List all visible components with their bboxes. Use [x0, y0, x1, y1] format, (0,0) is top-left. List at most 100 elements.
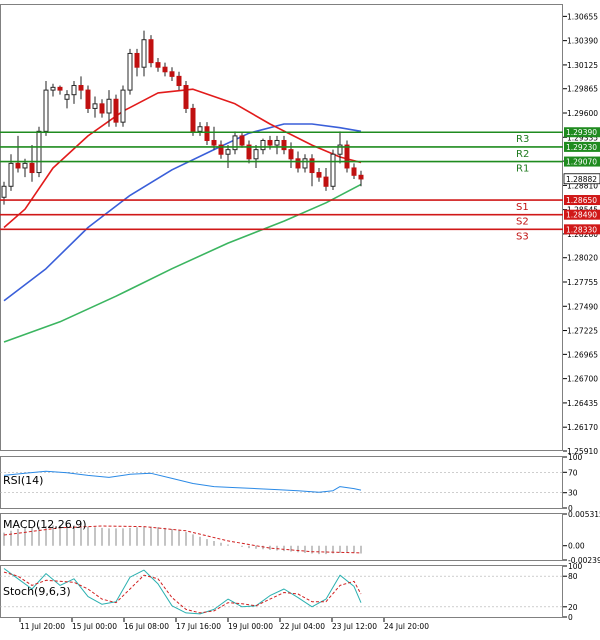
forex-chart: 1.30655 1.30390 1.30125 1.29865 1.29600 1.293… [0, 0, 600, 636]
price-tick-label: 1.30125 [567, 61, 598, 70]
last-price-label: 1.28882 [566, 175, 597, 184]
level-price-label: 1.28490 [566, 211, 597, 220]
level-name-s1: S1 [516, 202, 529, 213]
candle-body [253, 149, 259, 160]
candle-body [71, 85, 77, 96]
candle-body [183, 85, 189, 109]
level-name-s3: S3 [516, 231, 529, 242]
price-tick-label: 1.26965 [567, 350, 598, 359]
candle-body [36, 130, 42, 174]
time-tick-label: 24 Jul 20:00 [384, 622, 429, 631]
candle-body [169, 71, 175, 77]
level-price-label: 1.28650 [566, 196, 597, 205]
candle-body [281, 139, 287, 151]
candle-body [274, 139, 280, 146]
candle-body [225, 149, 231, 155]
candle-body [120, 89, 126, 123]
price-tick-label: 1.27755 [567, 278, 598, 287]
candle-body [141, 39, 147, 68]
candle-body [323, 176, 329, 187]
candle-body [134, 52, 140, 68]
level-name-s2: S2 [516, 217, 529, 228]
price-tick-label: 1.29600 [567, 109, 598, 118]
stoch-panel-frame [0, 565, 563, 618]
candle-body [267, 139, 273, 146]
chart-svg: 1.30655 1.30390 1.30125 1.29865 1.29600 1.293… [0, 4, 600, 631]
candle-body [260, 139, 266, 151]
stoch-panel: 10080 200 [0, 562, 583, 622]
time-axis: 11 Jul 20:00 15 Jul 00:00 16 Jul 08:00 17 J… [19, 618, 429, 631]
candle-body [204, 126, 210, 141]
level-price-label: 1.29070 [566, 158, 597, 167]
candle-body [155, 62, 161, 68]
main-panel-frame [0, 4, 563, 451]
level-name-r1: R1 [516, 164, 529, 175]
moving-average-slow [3, 183, 362, 343]
time-tick-label: 19 Jul 00:00 [228, 622, 273, 631]
candle-body [239, 135, 245, 146]
level-name-r3: R3 [516, 134, 529, 145]
price-tick-label: 1.26170 [567, 423, 598, 432]
candle-body [8, 162, 14, 187]
price-tick-label: 1.30655 [567, 12, 598, 21]
candle-body [22, 162, 28, 169]
candle-body [43, 89, 49, 132]
candle-body [1, 185, 7, 198]
candle-body [351, 167, 357, 176]
time-tick-label: 15 Jul 00:00 [72, 622, 117, 631]
candle-body [92, 103, 98, 109]
stoch-title: Stoch(9,6,3) [3, 585, 71, 598]
candle-body [29, 162, 35, 174]
time-tick-label: 11 Jul 20:00 [20, 622, 65, 631]
candle-body [64, 94, 70, 100]
indicator-tick-label: 30 [568, 489, 578, 498]
candle-body [57, 86, 63, 91]
macd-title: MACD(12,26,9) [3, 518, 87, 531]
candle-body [316, 172, 322, 178]
price-tick-label: 1.30390 [567, 37, 598, 46]
time-tick-label: 23 Jul 12:00 [332, 622, 377, 631]
candle-body [78, 85, 84, 91]
level-price-label: 1.29230 [566, 143, 597, 152]
indicator-tick-label: 100 [568, 453, 583, 462]
candle-body [302, 158, 308, 169]
price-tick-label: 1.26435 [567, 399, 598, 408]
candle-body [99, 103, 105, 114]
price-plot [1, 30, 364, 343]
candle-body [295, 158, 301, 169]
rsi-line [3, 470, 362, 493]
indicator-tick-label: 0.005315 [568, 510, 600, 519]
candle-body [127, 52, 133, 91]
price-tick-label: 1.29865 [567, 85, 598, 94]
indicator-tick-label: 0 [568, 613, 573, 622]
price-tick-label: 1.26700 [567, 375, 598, 384]
price-tick-label: 1.28020 [567, 254, 598, 263]
candle-body [106, 98, 112, 114]
candle-body [330, 153, 336, 187]
macd-panel: 0.0053150.00-0.002394 [3, 510, 600, 565]
candle-body [113, 98, 119, 123]
level-price-label: 1.29390 [566, 128, 597, 137]
price-tick-label: 1.27225 [567, 327, 598, 336]
candle-body [15, 162, 21, 169]
candle-body [197, 126, 203, 132]
candle-body [190, 107, 196, 132]
candle-body [211, 139, 217, 146]
moving-average-mid [3, 123, 362, 302]
time-tick-label: 17 Jul 16:00 [176, 622, 221, 631]
indicator-tick-label: 100 [568, 562, 583, 571]
rsi-panel: 10070300 [0, 453, 583, 513]
candle-body [358, 174, 364, 180]
rsi-title: RSI(14) [3, 474, 43, 487]
candle-body [176, 75, 182, 87]
candle-body [162, 66, 168, 73]
rsi-panel-frame [0, 456, 563, 509]
time-tick-label: 16 Jul 08:00 [124, 622, 169, 631]
candle-body [344, 144, 350, 169]
indicator-tick-label: 0.00 [568, 542, 585, 551]
indicator-tick-label: 80 [568, 572, 578, 581]
price-tick-label: 1.27490 [567, 302, 598, 311]
level-name-r2: R2 [516, 149, 529, 160]
candle-body [288, 149, 294, 160]
candle-body [85, 89, 91, 109]
